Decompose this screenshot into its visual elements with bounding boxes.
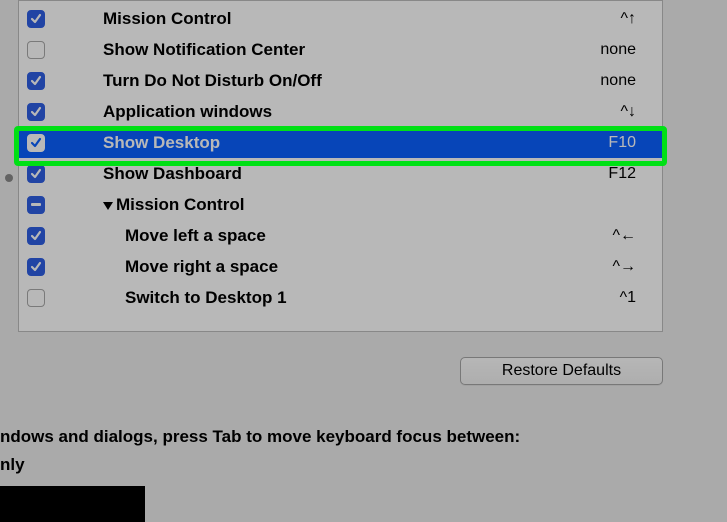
row-label: Switch to Desktop 1 (125, 288, 576, 308)
checkbox-mc-group[interactable] (27, 196, 45, 214)
footer-help-text: ndows and dialogs, press Tab to move key… (0, 423, 520, 479)
row-label: Mission Control (103, 9, 576, 29)
checkbox-application-windows[interactable] (27, 103, 45, 121)
shortcut-row-mission-control[interactable]: Mission Control^↑ (19, 3, 662, 34)
shortcut-row-show-dashboard[interactable]: Show DashboardF12 (19, 158, 662, 189)
restore-defaults-label: Restore Defaults (502, 362, 621, 380)
shortcut-row-show-desktop[interactable]: Show DesktopF10 (19, 127, 662, 158)
shortcut-value[interactable]: ^→ (576, 258, 636, 276)
restore-defaults-button[interactable]: Restore Defaults (460, 357, 663, 385)
footer-line-1: ndows and dialogs, press Tab to move key… (0, 423, 520, 451)
shortcut-value[interactable]: ^↓ (576, 103, 636, 121)
shortcut-row-move-right[interactable]: Move right a space^→ (19, 251, 662, 282)
row-label: Turn Do Not Disturb On/Off (103, 71, 576, 91)
group-toggle-mc-group[interactable]: Mission Control (103, 195, 244, 215)
checkbox-show-notification-center[interactable] (27, 41, 45, 59)
shortcut-value[interactable]: ^1 (576, 289, 636, 307)
row-label: Move left a space (125, 226, 576, 246)
row-label: Move right a space (125, 257, 576, 277)
shortcut-row-application-windows[interactable]: Application windows^↓ (19, 96, 662, 127)
footer-line-2: nly (0, 451, 520, 479)
row-label: Show Desktop (103, 133, 576, 153)
shortcuts-list-panel: Mission Control^↑Show Notification Cente… (18, 0, 663, 332)
bottom-dark-bar (0, 486, 145, 522)
row-label: Application windows (103, 102, 576, 122)
shortcut-value[interactable]: F10 (576, 134, 636, 152)
shortcut-value[interactable]: none (576, 72, 636, 90)
modified-indicator (5, 174, 13, 182)
checkbox-move-right[interactable] (27, 258, 45, 276)
shortcut-row-switch-desktop-1[interactable]: Switch to Desktop 1^1 (19, 282, 662, 313)
shortcut-row-turn-dnd[interactable]: Turn Do Not Disturb On/Offnone (19, 65, 662, 96)
checkbox-move-left[interactable] (27, 227, 45, 245)
shortcut-row-mc-group[interactable]: Mission Control (19, 189, 662, 220)
checkbox-switch-desktop-1[interactable] (27, 289, 45, 307)
checkbox-mission-control[interactable] (27, 10, 45, 28)
row-label: Show Notification Center (103, 40, 576, 60)
shortcut-value[interactable]: ^← (576, 227, 636, 245)
shortcut-row-move-left[interactable]: Move left a space^← (19, 220, 662, 251)
row-label: Show Dashboard (103, 164, 576, 184)
checkbox-show-desktop[interactable] (27, 134, 45, 152)
shortcut-value[interactable]: ^↑ (576, 10, 636, 28)
checkbox-turn-dnd[interactable] (27, 72, 45, 90)
shortcut-value[interactable]: F12 (576, 165, 636, 183)
checkbox-show-dashboard[interactable] (27, 165, 45, 183)
disclosure-triangle-icon[interactable] (103, 202, 113, 210)
row-label: Mission Control (116, 195, 244, 215)
shortcut-row-show-notification-center[interactable]: Show Notification Centernone (19, 34, 662, 65)
shortcut-value[interactable]: none (576, 41, 636, 59)
